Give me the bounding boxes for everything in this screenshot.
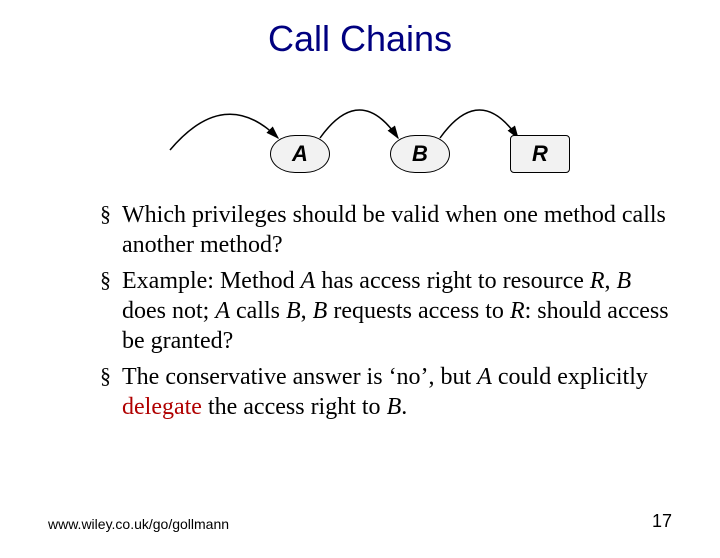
node-b: B — [390, 135, 450, 173]
footer-url: www.wiley.co.uk/go/gollmann — [48, 516, 229, 532]
node-a: A — [270, 135, 330, 173]
arc-b-to-r — [440, 110, 518, 138]
page-title: Call Chains — [0, 18, 720, 60]
call-chain-diagram: A B R — [160, 70, 560, 180]
page-number: 17 — [652, 511, 672, 532]
bullet-2: Example: Method A has access right to re… — [100, 266, 672, 356]
arc-a-to-b — [320, 110, 398, 138]
bullet-1: Which privileges should be valid when on… — [100, 200, 672, 260]
node-r: R — [510, 135, 570, 173]
bullet-list: Which privileges should be valid when on… — [60, 200, 672, 422]
bullet-3: The conservative answer is ‘no’, but A c… — [100, 362, 672, 422]
arc-start-to-a — [170, 114, 278, 150]
